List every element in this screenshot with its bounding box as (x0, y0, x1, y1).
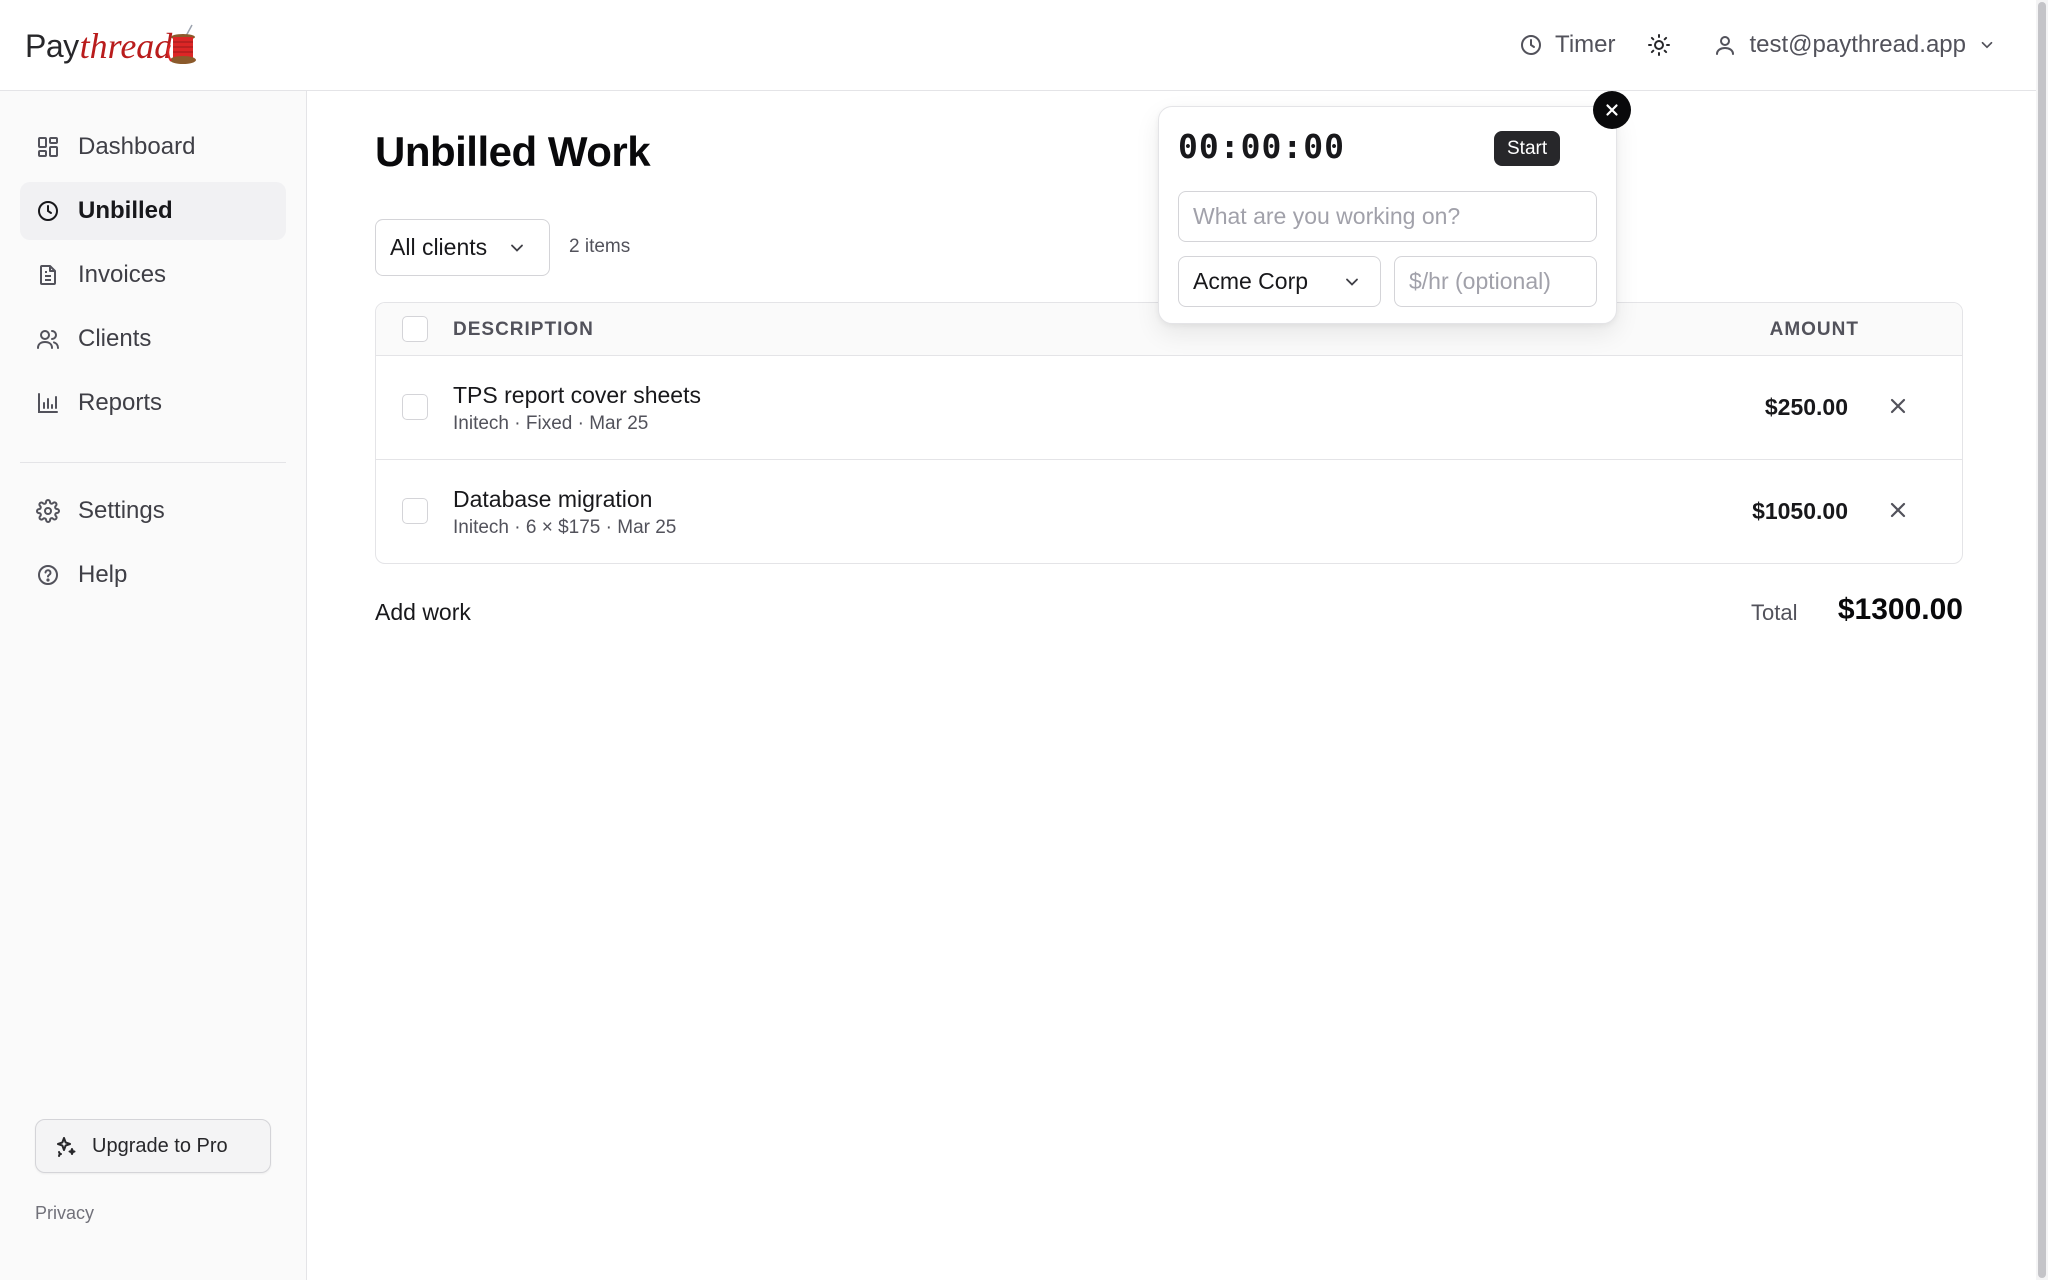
timer-button-label: Timer (1555, 31, 1616, 58)
row-title: Database migration (453, 486, 653, 512)
hourly-rate-input[interactable] (1394, 256, 1597, 307)
client-filter-select[interactable]: All clients (375, 219, 550, 276)
user-email: test@paythread.app (1749, 31, 1966, 58)
sidebar-item-clients[interactable]: Clients (20, 310, 286, 368)
timer-button[interactable]: Timer (1519, 31, 1615, 59)
add-work-button[interactable]: Add work (375, 599, 471, 626)
clock-icon (1521, 35, 1542, 55)
upgrade-button-label: Upgrade to Pro (92, 1134, 228, 1157)
sidebar-nav: Dashboard Unbilled Invoices Clients Repo… (20, 118, 286, 438)
timer-client-select[interactable]: Acme Corp (1178, 256, 1381, 307)
sidebar-item-label: Dashboard (78, 133, 196, 160)
timer-display: 00:00:00 (1178, 127, 1345, 166)
items-count: 2 items (569, 236, 631, 257)
header-actions: Timer test@paythread.app (1519, 26, 1996, 64)
app-header: Pay thread Timer test@paythread.app (0, 0, 2036, 91)
sidebar-item-dashboard[interactable]: Dashboard (20, 118, 286, 176)
column-header-amount: AMOUNT (1769, 319, 1859, 340)
upgrade-button[interactable]: Upgrade to Pro (35, 1119, 271, 1173)
sidebar-item-label: Clients (78, 325, 152, 352)
sidebar-item-settings[interactable]: Settings (20, 482, 286, 540)
chevron-down-icon (1981, 41, 1993, 49)
row-meta: Initech · Fixed · Mar 25 (453, 413, 649, 434)
user-menu-button[interactable]: test@paythread.app (1713, 31, 1996, 59)
start-timer-button[interactable]: Start (1494, 131, 1561, 166)
unbilled-table: DESCRIPTION AMOUNT TPS report cover shee… (375, 302, 1963, 564)
sidebar-secondary-nav: Settings Help (20, 482, 286, 610)
file-icon (40, 265, 56, 285)
page-title: Unbilled Work (375, 128, 651, 175)
task-description-input[interactable] (1178, 191, 1597, 242)
timer-popover: 00:00:00 Start Acme Corp (1158, 106, 1617, 324)
clock-icon (38, 201, 58, 221)
sidebar-item-help[interactable]: Help (20, 546, 286, 604)
row-amount: $1050.00 (1752, 498, 1848, 524)
table-row[interactable]: Database migration Initech · 6 × $175 · … (376, 460, 1962, 563)
table-row[interactable]: TPS report cover sheets Initech · Fixed … (376, 356, 1962, 460)
row-checkbox[interactable] (402, 394, 428, 420)
close-popover-button[interactable] (1593, 91, 1631, 129)
delete-row-icon[interactable] (1886, 394, 1910, 418)
timer-client-value: Acme Corp (1193, 268, 1309, 294)
sidebar-item-label: Invoices (78, 261, 167, 288)
sparkles-icon (57, 1137, 76, 1157)
chevron-down-icon (1346, 278, 1358, 286)
sidebar-item-unbilled[interactable]: Unbilled (20, 182, 286, 240)
sidebar: Dashboard Unbilled Invoices Clients Repo… (0, 91, 307, 1280)
total-label: Total (1751, 600, 1798, 625)
column-header-description: DESCRIPTION (453, 319, 594, 340)
users-icon (37, 330, 59, 349)
theme-toggle-button[interactable] (1647, 33, 1671, 57)
client-filter-value: All clients (390, 234, 488, 260)
gear-icon (36, 499, 60, 523)
sidebar-item-invoices[interactable]: Invoices (20, 246, 286, 304)
privacy-link[interactable]: Privacy (35, 1203, 94, 1224)
user-icon (1716, 36, 1735, 55)
app-logo[interactable]: Pay thread (25, 18, 200, 74)
sidebar-item-label: Help (78, 561, 128, 588)
select-all-checkbox[interactable] (402, 316, 428, 342)
thread-spool-icon (167, 24, 197, 64)
sidebar-item-reports[interactable]: Reports (20, 374, 286, 432)
row-amount: $250.00 (1764, 394, 1848, 420)
sidebar-item-label: Unbilled (78, 197, 173, 224)
total-value: $1300.00 (1837, 593, 1963, 626)
sidebar-item-label: Settings (78, 497, 165, 524)
help-circle-icon (38, 565, 58, 585)
row-title: TPS report cover sheets (453, 382, 701, 408)
dashboard-icon (38, 137, 58, 157)
sidebar-divider (20, 462, 286, 463)
sidebar-item-label: Reports (78, 389, 163, 416)
bar-chart-icon (38, 393, 58, 413)
logo-text-pay: Pay (25, 27, 79, 64)
row-checkbox[interactable] (402, 498, 428, 524)
logo-text-thread: thread (79, 26, 173, 66)
close-icon (1606, 104, 1618, 116)
delete-row-icon[interactable] (1886, 498, 1910, 522)
row-meta: Initech · 6 × $175 · Mar 25 (453, 517, 677, 538)
chevron-down-icon (511, 244, 524, 252)
page-scrollbar-thumb[interactable] (2038, 2, 2046, 1278)
sun-icon (1648, 34, 1671, 56)
